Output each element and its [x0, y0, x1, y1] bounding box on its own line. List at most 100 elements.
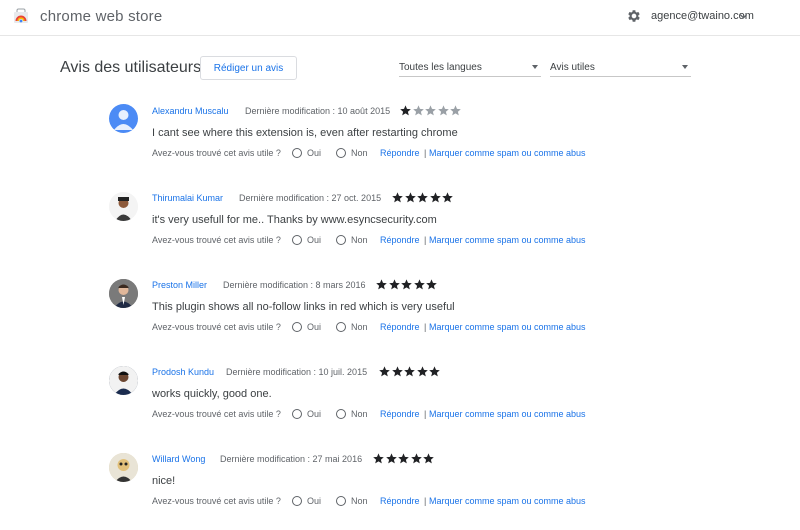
report-abuse-link[interactable]: Marquer comme spam ou comme abus [429, 235, 586, 245]
star-filled-icon [376, 279, 387, 290]
star-filled-icon [429, 366, 440, 377]
star-filled-icon [398, 453, 409, 464]
star-filled-icon [404, 192, 416, 203]
review-item: Preston Miller Dernière modification : 8… [0, 277, 800, 337]
helpful-yes-label[interactable]: Oui [307, 322, 321, 332]
star-filled-icon [426, 279, 437, 290]
avatar [109, 104, 138, 133]
star-filled-icon [400, 105, 411, 116]
reply-link[interactable]: Répondre [380, 496, 420, 506]
avatar [109, 192, 138, 221]
helpful-question: Avez-vous trouvé cet avis utile ? [152, 235, 281, 245]
star-filled-icon [416, 366, 428, 377]
star-empty-icon [437, 105, 449, 116]
star-filled-icon [442, 192, 453, 203]
helpful-no-label[interactable]: Non [351, 235, 368, 245]
star-filled-icon [401, 279, 412, 290]
helpful-question: Avez-vous trouvé cet avis utile ? [152, 496, 281, 506]
sort-filter-select[interactable]: Avis utiles [550, 58, 691, 77]
helpful-no-radio[interactable] [336, 409, 346, 419]
sort-filter-value: Avis utiles [550, 62, 595, 73]
top-bar: chrome web store agence@twaino.com [0, 0, 800, 36]
avatar [109, 453, 138, 482]
user-photo [109, 279, 138, 308]
report-abuse-link[interactable]: Marquer comme spam ou comme abus [429, 322, 586, 332]
star-filled-icon [392, 192, 403, 203]
link-separator: | [424, 409, 427, 419]
review-item: Alexandru Muscalu Dernière modification … [0, 103, 800, 163]
report-abuse-link[interactable]: Marquer comme spam ou comme abus [429, 496, 586, 506]
helpful-yes-radio[interactable] [292, 322, 302, 332]
dropdown-arrow-icon [682, 65, 688, 69]
report-abuse-link[interactable]: Marquer comme spam ou comme abus [429, 148, 586, 158]
helpful-question: Avez-vous trouvé cet avis utile ? [152, 322, 281, 332]
review-author[interactable]: Alexandru Muscalu [152, 106, 229, 116]
user-photo [109, 192, 138, 221]
reply-link[interactable]: Répondre [380, 322, 420, 332]
reply-link[interactable]: Répondre [380, 409, 420, 419]
star-empty-icon [425, 105, 436, 116]
star-filled-icon [410, 453, 422, 464]
review-date: Dernière modification : 27 oct. 2015 [239, 193, 382, 203]
review-text: works quickly, good one. [152, 388, 272, 400]
star-filled-icon [423, 453, 434, 464]
app-title[interactable]: chrome web store [40, 8, 162, 25]
review-author[interactable]: Preston Miller [152, 280, 207, 290]
helpful-yes-radio[interactable] [292, 148, 302, 158]
review-author[interactable]: Willard Wong [152, 454, 205, 464]
helpful-no-label[interactable]: Non [351, 322, 368, 332]
link-separator: | [424, 148, 427, 158]
review-date: Dernière modification : 10 août 2015 [245, 106, 391, 116]
reviews-section-title: Avis des utilisateurs [60, 59, 202, 76]
review-item: Prodosh Kundu Dernière modification : 10… [0, 364, 800, 424]
link-separator: | [424, 235, 427, 245]
star-filled-icon [413, 279, 425, 290]
review-text: nice! [152, 475, 176, 487]
write-review-button[interactable]: Rédiger un avis [200, 56, 297, 80]
star-empty-icon [450, 105, 461, 116]
user-photo [109, 366, 138, 395]
helpful-no-label[interactable]: Non [351, 148, 368, 158]
review-date: Dernière modification : 27 mai 2016 [220, 454, 363, 464]
review-text: it's very usefull for me.. Thanks by www… [152, 214, 437, 226]
language-filter-value: Toutes les langues [399, 62, 482, 73]
gear-icon[interactable] [626, 8, 642, 24]
reply-link[interactable]: Répondre [380, 235, 420, 245]
star-filled-icon [404, 366, 415, 377]
helpful-no-label[interactable]: Non [351, 409, 368, 419]
helpful-yes-label[interactable]: Oui [307, 496, 321, 506]
review-item: Thirumalai Kumar Dernière modification :… [0, 190, 800, 250]
helpful-question: Avez-vous trouvé cet avis utile ? [152, 148, 281, 158]
language-filter-select[interactable]: Toutes les langues [399, 58, 541, 77]
dropdown-arrow-icon [532, 65, 538, 69]
report-abuse-link[interactable]: Marquer comme spam ou comme abus [429, 409, 586, 419]
user-photo [109, 453, 138, 482]
helpful-yes-label[interactable]: Oui [307, 148, 321, 158]
star-filled-icon [379, 366, 390, 377]
chrome-web-store-logo[interactable] [13, 8, 29, 24]
helpful-yes-radio[interactable] [292, 235, 302, 245]
review-date: Dernière modification : 8 mars 2016 [223, 280, 366, 290]
review-author[interactable]: Prodosh Kundu [152, 367, 214, 377]
review-item: Willard Wong Dernière modification : 27 … [0, 451, 800, 511]
helpful-yes-label[interactable]: Oui [307, 235, 321, 245]
helpful-no-label[interactable]: Non [351, 496, 368, 506]
link-separator: | [424, 496, 427, 506]
helpful-yes-radio[interactable] [292, 496, 302, 506]
helpful-no-radio[interactable] [336, 148, 346, 158]
helpful-yes-radio[interactable] [292, 409, 302, 419]
reply-link[interactable]: Répondre [380, 148, 420, 158]
avatar [109, 366, 138, 395]
chevron-down-icon[interactable] [739, 12, 748, 21]
helpful-no-radio[interactable] [336, 322, 346, 332]
review-date: Dernière modification : 10 juil. 2015 [226, 367, 368, 377]
person-icon [114, 110, 133, 130]
helpful-no-radio[interactable] [336, 496, 346, 506]
star-filled-icon [429, 192, 441, 203]
link-separator: | [424, 322, 427, 332]
helpful-no-radio[interactable] [336, 235, 346, 245]
helpful-yes-label[interactable]: Oui [307, 409, 321, 419]
star-filled-icon [373, 453, 384, 464]
star-filled-icon [388, 279, 400, 290]
review-author[interactable]: Thirumalai Kumar [152, 193, 223, 203]
